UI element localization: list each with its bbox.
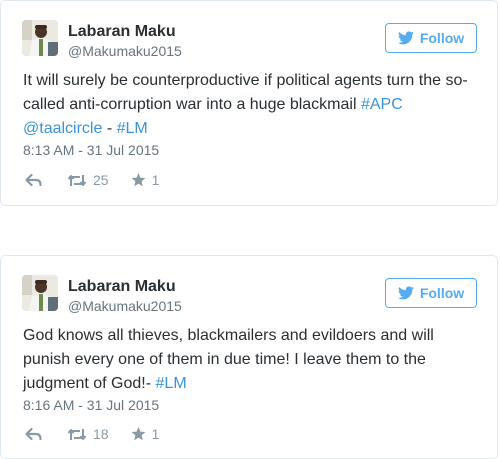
author-name[interactable]: Labaran Maku bbox=[68, 23, 176, 41]
mention-link[interactable]: @taalcircle bbox=[23, 120, 102, 137]
hashtag-link[interactable]: #LM bbox=[156, 375, 187, 392]
tweet-timestamp[interactable]: 8:13 AM - 31 Jul 2015 bbox=[23, 142, 159, 158]
bird-icon bbox=[397, 286, 414, 300]
tweet-actions: 25 1 bbox=[25, 171, 181, 189]
reply-button[interactable] bbox=[25, 427, 42, 441]
like-count: 1 bbox=[151, 426, 160, 442]
tweet-text: God knows all thieves, blackmailers and … bbox=[23, 324, 483, 396]
tweet-actions: 18 1 bbox=[25, 425, 181, 443]
like-button[interactable]: 1 bbox=[131, 172, 160, 188]
reply-button[interactable] bbox=[25, 173, 42, 187]
tweet-body: God knows all thieves, blackmailers and … bbox=[23, 327, 434, 392]
reply-icon bbox=[25, 427, 42, 441]
avatar[interactable] bbox=[22, 275, 58, 311]
retweet-icon bbox=[67, 174, 87, 187]
tweet-card: Labaran Maku @Makumaku2015 Follow It wil… bbox=[0, 0, 498, 206]
bird-icon bbox=[397, 31, 414, 45]
tweet-card: Labaran Maku @Makumaku2015 Follow God kn… bbox=[0, 255, 498, 459]
follow-label: Follow bbox=[419, 285, 465, 301]
retweet-count: 18 bbox=[93, 426, 109, 442]
tweet-timestamp[interactable]: 8:16 AM - 31 Jul 2015 bbox=[23, 397, 159, 413]
star-icon bbox=[131, 173, 146, 187]
author-handle[interactable]: @Makumaku2015 bbox=[68, 298, 182, 314]
tweet-text: It will surely be counterproductive if p… bbox=[23, 69, 483, 141]
hashtag-link[interactable]: #APC bbox=[361, 96, 403, 113]
follow-button[interactable]: Follow bbox=[385, 278, 477, 308]
avatar[interactable] bbox=[22, 20, 58, 56]
retweet-button[interactable]: 18 bbox=[67, 426, 109, 442]
like-button[interactable]: 1 bbox=[131, 426, 160, 442]
author-handle[interactable]: @Makumaku2015 bbox=[68, 43, 182, 59]
separator: - bbox=[106, 120, 113, 137]
star-icon bbox=[131, 427, 146, 441]
hashtag-link[interactable]: #LM bbox=[117, 120, 148, 137]
like-count: 1 bbox=[151, 172, 160, 188]
reply-icon bbox=[25, 173, 42, 187]
retweet-button[interactable]: 25 bbox=[67, 172, 109, 188]
retweet-count: 25 bbox=[93, 172, 109, 188]
author-name[interactable]: Labaran Maku bbox=[68, 278, 176, 296]
follow-label: Follow bbox=[419, 30, 465, 46]
follow-button[interactable]: Follow bbox=[385, 23, 477, 53]
retweet-icon bbox=[67, 428, 87, 441]
